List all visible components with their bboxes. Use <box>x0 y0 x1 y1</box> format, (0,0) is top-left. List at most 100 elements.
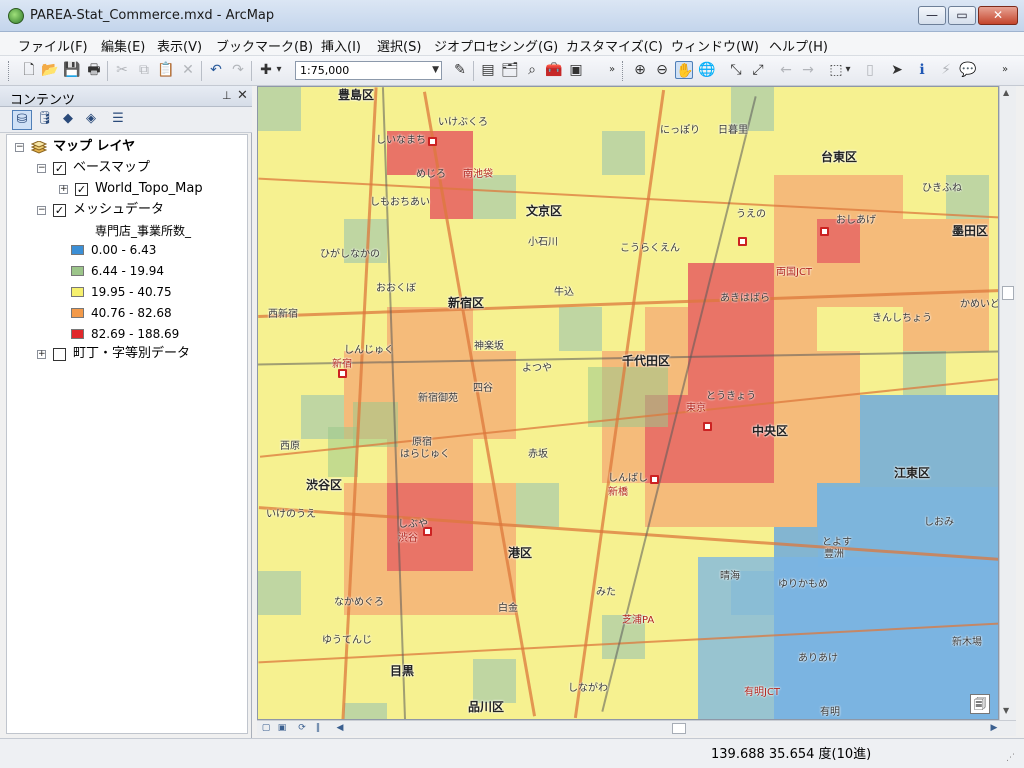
menu-geoprocessing[interactable]: ジオプロセシング(G) <box>434 36 558 55</box>
toc-title: コンテンツ <box>10 93 76 108</box>
pin-icon[interactable]: ⊥ <box>222 89 232 102</box>
print-icon[interactable]: 🖶 <box>85 61 103 79</box>
save-icon[interactable]: 💾 <box>63 61 81 79</box>
scroll-up-arrow-icon[interactable]: ▲ <box>1003 88 1009 97</box>
toolbar-grip[interactable] <box>8 61 11 81</box>
pan-icon[interactable]: ✋ <box>675 61 693 79</box>
map-scale-combobox[interactable]: 1:75,000 ▼ <box>295 61 442 80</box>
hyperlink-icon[interactable]: ⚡ <box>937 61 955 79</box>
select-features-dropdown-arrow[interactable]: ▾ <box>843 61 853 79</box>
list-by-selection-icon[interactable]: ◈ <box>81 110 101 130</box>
close-button[interactable]: ✕ <box>978 6 1018 25</box>
map-data-view[interactable]: 豊島区 しいなまち いけぶくろ めじろ 南池袋 にっぽり 日暮里 台東区 ひきふ… <box>257 86 999 720</box>
table-window-icon[interactable]: ▤ <box>479 61 497 79</box>
close-icon[interactable]: ✕ <box>237 88 248 103</box>
maximize-button[interactable]: ▭ <box>948 6 976 25</box>
paste-icon[interactable]: 📋 <box>157 61 175 79</box>
collapse-icon[interactable]: − <box>37 164 46 173</box>
scroll-left-arrow-icon[interactable]: ◀ <box>333 722 347 735</box>
pause-drawing-icon[interactable]: ‖ <box>311 722 325 735</box>
menu-customize[interactable]: カスタマイズ(C) <box>566 36 663 55</box>
toolbar-overflow-icon[interactable]: » <box>607 61 617 79</box>
list-by-visibility-icon[interactable]: ◆ <box>58 110 78 130</box>
menu-insert[interactable]: 挿入(I) <box>321 36 361 55</box>
menu-help[interactable]: ヘルプ(H) <box>769 36 828 55</box>
map-label: おおくぼ <box>376 283 416 294</box>
basemap-group-label[interactable]: ベースマップ <box>73 159 150 177</box>
toolbar-grip[interactable] <box>622 61 625 81</box>
editor-toolbar-icon[interactable]: ✎ <box>451 61 469 79</box>
toolbar-separator <box>107 61 108 81</box>
mesh-data-checkbox[interactable]: ✓ <box>53 204 66 217</box>
html-popup-icon[interactable]: 💬 <box>959 61 977 79</box>
menu-file[interactable]: ファイル(F) <box>18 36 88 55</box>
redo-icon[interactable]: ↷ <box>229 61 247 79</box>
map-vertical-scrollbar[interactable]: ▲ ▼ <box>999 86 1016 720</box>
world-topo-map-label[interactable]: World_Topo_Map <box>95 180 203 198</box>
expand-icon[interactable]: + <box>37 350 46 359</box>
toolbar-overflow-icon[interactable]: » <box>1000 61 1010 79</box>
town-data-label[interactable]: 町丁・字等別データ <box>73 345 190 363</box>
python-window-icon[interactable]: ▣ <box>567 61 585 79</box>
arctoolbox-icon[interactable]: 🧰 <box>545 61 563 79</box>
copy-icon[interactable]: ⧉ <box>135 61 153 79</box>
horizontal-scroll-thumb[interactable] <box>672 723 686 734</box>
shimbashi-station-marker[interactable] <box>650 475 659 484</box>
undo-icon[interactable]: ↶ <box>207 61 225 79</box>
layout-view-icon[interactable]: ▢ <box>259 722 273 735</box>
go-forward-icon[interactable]: → <box>799 61 817 79</box>
mesh-cell <box>559 703 602 719</box>
menu-selection[interactable]: 選択(S) <box>377 36 421 55</box>
go-back-icon[interactable]: ← <box>777 61 795 79</box>
map-layers-root-label[interactable]: マップ レイヤ <box>53 138 135 156</box>
town-data-checkbox[interactable] <box>53 348 66 361</box>
new-document-icon[interactable]: 🗋 <box>20 61 38 79</box>
data-view-icon[interactable]: ▣ <box>275 722 289 735</box>
cut-icon[interactable]: ✂ <box>113 61 131 79</box>
open-folder-icon[interactable]: 📂 <box>41 61 59 79</box>
tokyo-station-marker[interactable] <box>703 422 712 431</box>
minimize-button[interactable]: — <box>918 6 946 25</box>
clear-selection-icon[interactable]: ▯ <box>861 61 879 79</box>
menu-edit[interactable]: 編集(E) <box>101 36 145 55</box>
scroll-down-arrow-icon[interactable]: ▼ <box>1003 706 1009 715</box>
ikebukuro-station-marker[interactable] <box>428 137 437 146</box>
collapse-icon[interactable]: − <box>37 206 46 215</box>
scroll-right-arrow-icon[interactable]: ▶ <box>987 722 1001 735</box>
add-data-icon[interactable]: ✚ <box>257 61 275 79</box>
zoom-out-icon[interactable]: ⊖ <box>653 61 671 79</box>
map-tips-icon[interactable]: 🗐 <box>970 694 990 714</box>
toc-options-icon[interactable]: ☰ <box>108 110 128 130</box>
catalog-window-icon[interactable]: 🗂 <box>501 61 519 79</box>
mesh-cell <box>731 307 774 351</box>
mesh-data-label[interactable]: メッシュデータ <box>73 201 164 219</box>
mesh-cell <box>258 87 301 131</box>
menu-view[interactable]: 表示(V) <box>157 36 202 55</box>
chevron-down-icon[interactable]: ▼ <box>432 62 439 79</box>
add-data-dropdown-arrow[interactable]: ▾ <box>274 61 284 79</box>
world-topo-map-checkbox[interactable]: ✓ <box>75 183 88 196</box>
list-by-drawing-order-icon[interactable]: ⛁ <box>12 110 32 130</box>
select-elements-icon[interactable]: ➤ <box>888 61 906 79</box>
ueno-station-marker[interactable] <box>738 237 747 246</box>
full-extent-icon[interactable]: 🌐 <box>698 61 716 79</box>
oshiage-station-marker[interactable] <box>820 227 829 236</box>
collapse-icon[interactable]: − <box>15 143 24 152</box>
basemap-group-checkbox[interactable]: ✓ <box>53 162 66 175</box>
expand-icon[interactable]: + <box>59 185 68 194</box>
zoom-in-icon[interactable]: ⊕ <box>631 61 649 79</box>
map-label: 小石川 <box>528 237 558 248</box>
search-window-icon[interactable]: ⌕ <box>523 61 541 79</box>
mesh-cell <box>989 219 998 263</box>
list-by-source-icon[interactable]: 🛢 <box>35 110 55 130</box>
refresh-icon[interactable]: ⟳ <box>295 722 309 735</box>
menu-bookmarks[interactable]: ブックマーク(B) <box>216 36 313 55</box>
vertical-scroll-thumb[interactable] <box>1002 286 1014 300</box>
menu-windows[interactable]: ウィンドウ(W) <box>671 36 759 55</box>
delete-icon[interactable]: ✕ <box>179 61 197 79</box>
resize-grip-icon[interactable]: ⋰ <box>1006 753 1015 763</box>
fixed-zoom-in-icon[interactable]: ⤡ <box>727 61 745 79</box>
fixed-zoom-out-icon[interactable]: ⤢ <box>749 61 767 79</box>
identify-icon[interactable]: ℹ <box>913 61 931 79</box>
mesh-cell <box>731 483 774 527</box>
